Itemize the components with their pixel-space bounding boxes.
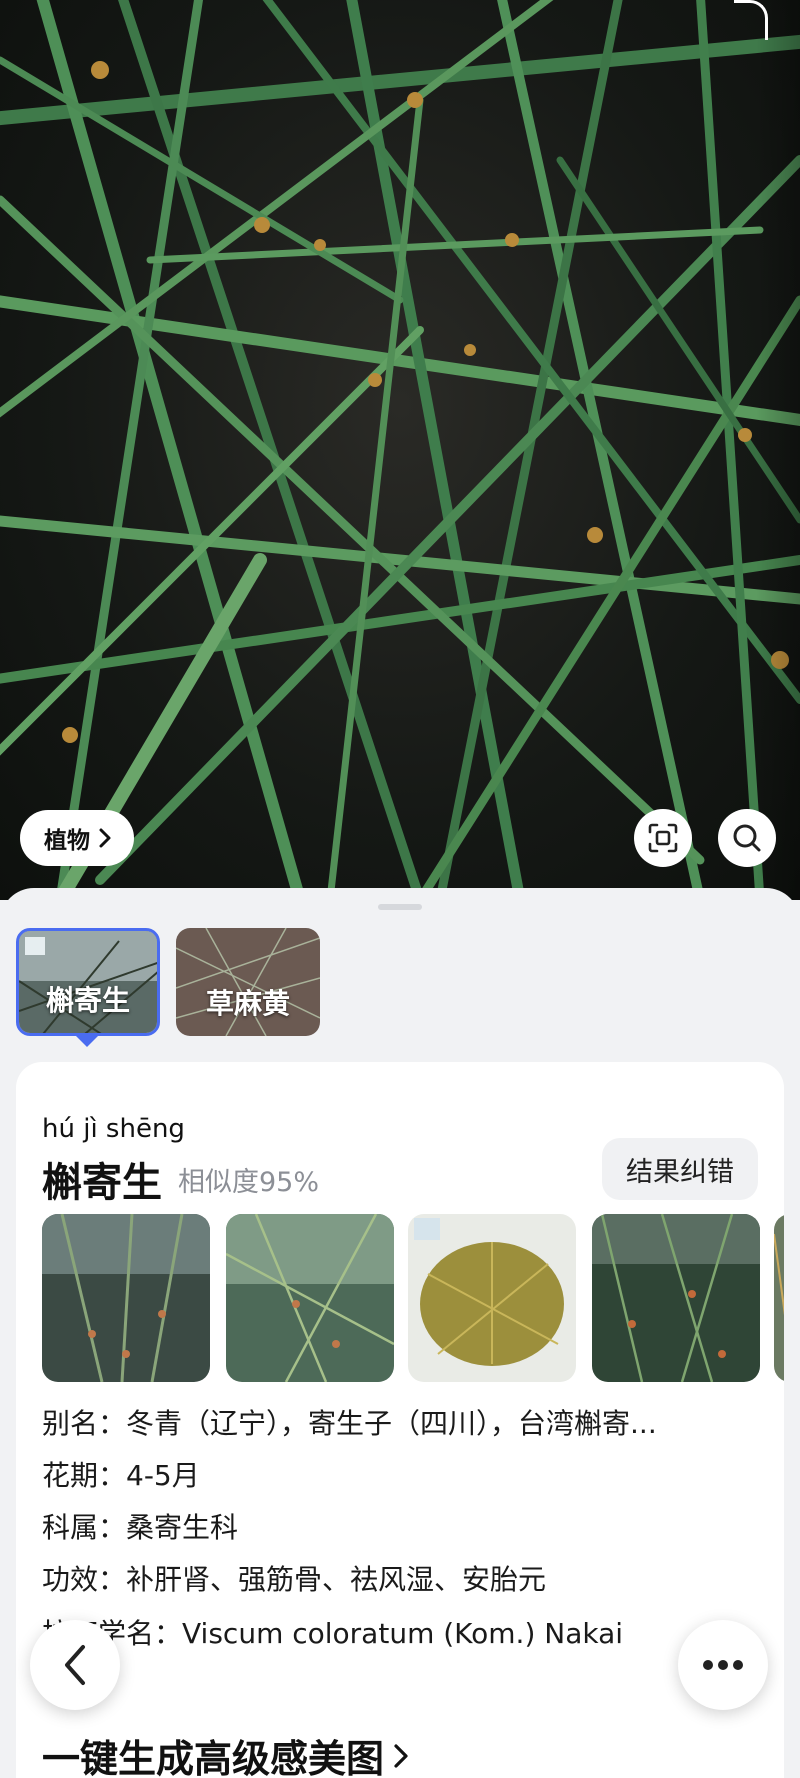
candidate-name: 草麻黄 xyxy=(205,987,290,1020)
category-label: 植物 xyxy=(44,828,90,854)
back-button[interactable] xyxy=(30,1620,120,1710)
info-latin: 拉丁学名：Viscum coloratum (Kom.) Nakai xyxy=(42,1612,623,1652)
effect-label: 功效： xyxy=(42,1563,127,1596)
search-icon xyxy=(733,824,761,852)
plant-photo-image xyxy=(0,0,800,900)
photo-gallery[interactable] xyxy=(42,1214,784,1382)
candidate-name: 槲寄生 xyxy=(45,984,130,1017)
more-dots-icon xyxy=(703,1660,743,1670)
category-chip[interactable]: 植物 xyxy=(20,810,134,866)
generate-image-link[interactable]: 一键生成高级感美图 xyxy=(42,1728,410,1778)
info-family: 科属：桑寄生科 xyxy=(42,1506,238,1546)
search-button[interactable] xyxy=(718,809,776,867)
alias-label: 别名： xyxy=(42,1407,127,1440)
effect-value: 补肝肾、强筋骨、祛风湿、安胎元 xyxy=(126,1563,547,1596)
gallery-image[interactable] xyxy=(408,1214,576,1382)
result-pinyin: hú jì shēng xyxy=(42,1114,185,1144)
gallery-image[interactable] xyxy=(42,1214,210,1382)
gallery-image[interactable] xyxy=(226,1214,394,1382)
flowering-label: 花期： xyxy=(42,1459,127,1492)
result-sheet: 槲寄生 草麻黄 hú jì shēng 槲寄生 相似度95% 结果纠错 别名：冬… xyxy=(0,888,800,1778)
family-value: 桑寄生科 xyxy=(126,1511,239,1544)
chevron-right-icon xyxy=(394,1743,408,1768)
selected-pointer xyxy=(76,1036,98,1047)
similarity-score: 相似度95% xyxy=(178,1167,320,1198)
scan-frame-icon xyxy=(648,823,678,853)
candidate-card-selected[interactable]: 槲寄生 xyxy=(16,928,160,1036)
scan-frame-button[interactable] xyxy=(634,809,692,867)
flowering-value: 4-5月 xyxy=(126,1459,200,1492)
generate-image-label: 一键生成高级感美图 xyxy=(42,1737,385,1778)
photo-edge-shade xyxy=(756,0,800,900)
alias-value: 冬青（辽宁），寄生子（四川），台湾槲寄... xyxy=(126,1407,657,1440)
correct-result-button[interactable]: 结果纠错 xyxy=(602,1138,758,1200)
plant-photo xyxy=(0,0,800,900)
sheet-grabber[interactable] xyxy=(378,904,422,910)
info-alias: 别名：冬青（辽宁），寄生子（四川），台湾槲寄... xyxy=(42,1402,762,1442)
gallery-image[interactable] xyxy=(592,1214,760,1382)
crop-corner-marker xyxy=(734,0,768,40)
more-button[interactable] xyxy=(678,1620,768,1710)
latin-value: Viscum coloratum (Kom.) Nakai xyxy=(182,1617,624,1650)
chevron-left-icon xyxy=(65,1645,85,1685)
family-label: 科属： xyxy=(42,1511,127,1544)
candidate-card[interactable]: 草麻黄 xyxy=(176,928,320,1036)
info-flowering: 花期：4-5月 xyxy=(42,1454,200,1494)
info-effect: 功效：补肝肾、强筋骨、祛风湿、安胎元 xyxy=(42,1558,546,1598)
chevron-right-icon xyxy=(99,828,111,848)
gallery-image[interactable] xyxy=(774,1214,784,1382)
result-name: 槲寄生 xyxy=(42,1160,162,1206)
result-card: hú jì shēng 槲寄生 相似度95% 结果纠错 别名：冬青（辽宁），寄生… xyxy=(16,1062,784,1778)
